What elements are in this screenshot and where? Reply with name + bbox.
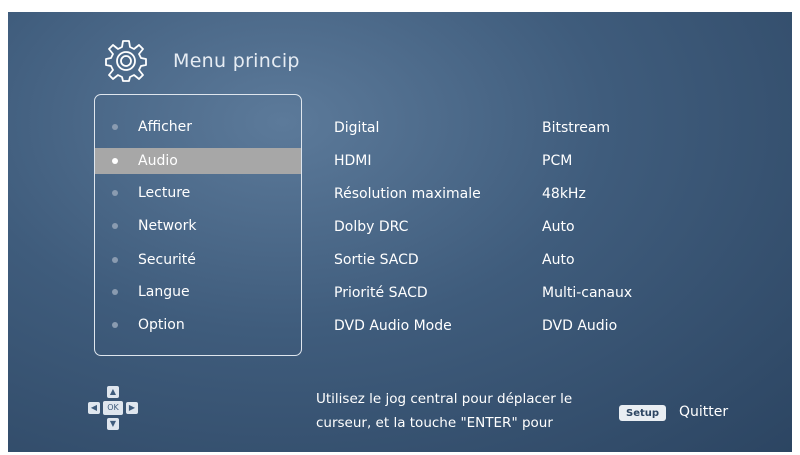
main-menu: Afficher Audio Lecture Network Securité …: [94, 94, 302, 356]
setting-value: Auto: [542, 252, 575, 268]
setting-name: HDMI: [334, 153, 372, 169]
setting-row-sortie-sacd[interactable]: Sortie SACD Auto: [334, 247, 754, 273]
help-text: Utilisez le jog central pour déplacer le…: [316, 387, 616, 435]
header: Menu princip: [103, 38, 300, 84]
bullet-icon: [112, 322, 118, 328]
arrow-up-icon: ▲: [107, 386, 119, 398]
bullet-icon: [112, 190, 118, 196]
setting-row-resolution[interactable]: Résolution maximale 48kHz: [334, 181, 754, 207]
quit-label: Quitter: [679, 404, 729, 420]
menu-item-network[interactable]: Network: [95, 213, 301, 239]
setup-key-badge[interactable]: Setup: [619, 405, 667, 421]
setting-value: 48kHz: [542, 186, 586, 202]
arrow-right-icon: ▶: [126, 402, 138, 414]
menu-item-label: Network: [138, 218, 197, 234]
menu-item-label: Afficher: [138, 119, 193, 135]
arrow-left-icon: ◀: [88, 402, 100, 414]
menu-item-audio[interactable]: Audio: [95, 148, 301, 174]
setting-value: Bitstream: [542, 120, 611, 136]
menu-item-label: Audio: [138, 153, 178, 169]
menu-item-option[interactable]: Option: [95, 312, 301, 338]
menu-item-langue[interactable]: Langue: [95, 279, 301, 305]
setting-name: Digital: [334, 120, 380, 136]
setting-name: DVD Audio Mode: [334, 318, 452, 334]
setting-value: PCM: [542, 153, 573, 169]
bullet-icon: [112, 158, 118, 164]
help-line-1: Utilisez le jog central pour déplacer le: [316, 391, 573, 407]
menu-item-label: Langue: [138, 284, 190, 300]
setting-value: Multi-canaux: [542, 285, 633, 301]
setting-value: Auto: [542, 219, 575, 235]
setting-row-priorite-sacd[interactable]: Priorité SACD Multi-canaux: [334, 280, 754, 306]
bullet-icon: [112, 257, 118, 263]
setting-name: Priorité SACD: [334, 285, 428, 301]
dpad-icon: ▲ ◀ OK ▶ ▼: [87, 385, 141, 431]
setting-row-hdmi[interactable]: HDMI PCM: [334, 148, 754, 174]
menu-item-label: Securité: [138, 252, 196, 268]
arrow-down-icon: ▼: [107, 418, 119, 430]
help-line-2: curseur, et la touche "ENTER" pour: [316, 415, 553, 431]
bullet-icon: [112, 289, 118, 295]
setup-screen: Menu princip Afficher Audio Lecture Netw…: [8, 12, 792, 452]
menu-item-label: Lecture: [138, 185, 191, 201]
setting-name: Sortie SACD: [334, 252, 419, 268]
bullet-icon: [112, 124, 118, 130]
menu-item-lecture[interactable]: Lecture: [95, 180, 301, 206]
menu-item-securite[interactable]: Securité: [95, 247, 301, 273]
setting-row-digital[interactable]: Digital Bitstream: [334, 115, 754, 141]
menu-item-label: Option: [138, 317, 185, 333]
setting-row-dolby-drc[interactable]: Dolby DRC Auto: [334, 214, 754, 240]
ok-icon: OK: [103, 401, 123, 415]
menu-item-afficher[interactable]: Afficher: [95, 114, 301, 140]
gear-icon: [105, 40, 147, 82]
page-title: Menu princip: [173, 50, 300, 72]
setting-name: Dolby DRC: [334, 219, 409, 235]
setting-row-dvd-audio-mode[interactable]: DVD Audio Mode DVD Audio: [334, 313, 754, 339]
setting-value: DVD Audio: [542, 318, 618, 334]
bullet-icon: [112, 223, 118, 229]
setting-name: Résolution maximale: [334, 186, 481, 202]
